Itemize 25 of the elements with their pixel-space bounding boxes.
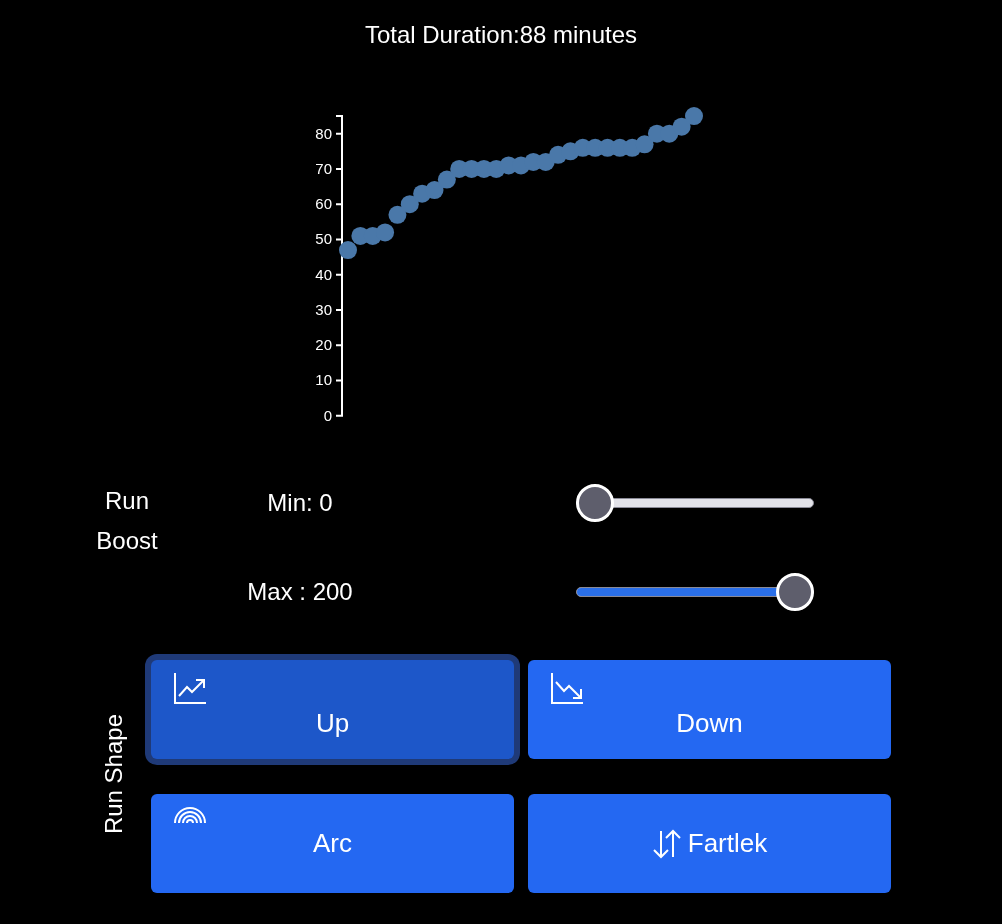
duration-title: Total Duration:88 minutes bbox=[363, 20, 639, 50]
tick-label: 50 bbox=[315, 230, 332, 248]
section-label: Run Shape bbox=[100, 713, 128, 835]
section-label: Run Boost bbox=[95, 486, 159, 556]
slider-label: Max : 200 bbox=[247, 577, 353, 607]
tick-label: 60 bbox=[315, 195, 332, 213]
shape-button[interactable]: Down bbox=[528, 660, 891, 759]
slider-thumb[interactable] bbox=[776, 573, 814, 611]
tick-label: 10 bbox=[315, 371, 332, 389]
tick-label: 30 bbox=[315, 300, 332, 318]
trend-down-chart-icon bbox=[550, 672, 584, 704]
shape-button[interactable]: Fartlek bbox=[528, 794, 891, 893]
trend-up-chart-icon bbox=[173, 672, 207, 704]
tick-label: 40 bbox=[315, 265, 332, 283]
tick-label: 70 bbox=[315, 159, 332, 177]
arc-icon bbox=[173, 806, 207, 824]
slider-label: Min: 0 bbox=[267, 488, 333, 518]
tick-label: 0 bbox=[323, 406, 332, 424]
slider-thumb[interactable] bbox=[576, 484, 614, 522]
tick-label: 20 bbox=[315, 336, 332, 354]
range-slider[interactable] bbox=[576, 481, 814, 525]
range-slider[interactable] bbox=[576, 570, 814, 614]
tick-label: 80 bbox=[315, 124, 332, 142]
shape-button[interactable]: Arc bbox=[151, 794, 514, 893]
up-down-arrows-icon bbox=[651, 828, 682, 859]
